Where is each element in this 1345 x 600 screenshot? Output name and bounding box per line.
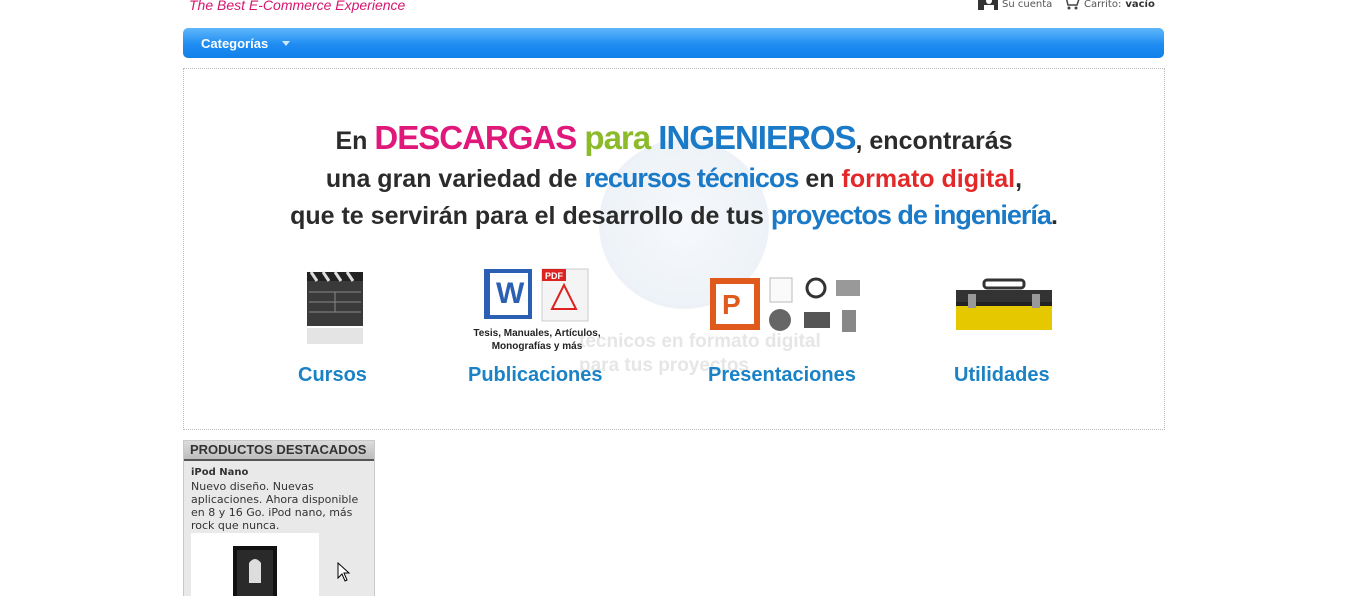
- category-cursos[interactable]: Cursos: [298, 364, 367, 387]
- publications-subtitle: Tesis, Manuales, Artículos, Monografías …: [473, 328, 601, 352]
- cart-label: Carrito:: [1084, 0, 1122, 10]
- product-image[interactable]: [191, 533, 319, 596]
- main-navbar: Categorías: [183, 28, 1164, 58]
- svg-text:P: P: [722, 289, 741, 320]
- cart-value: vacío: [1125, 0, 1155, 10]
- documents-icon[interactable]: W PDF: [482, 265, 594, 327]
- account-link[interactable]: Su cuenta: [978, 0, 1052, 13]
- toolbox-icon[interactable]: [954, 278, 1054, 340]
- banner-line-2: una gran variedad de recursos técnicos e…: [325, 163, 1023, 193]
- svg-text:PDF: PDF: [545, 271, 564, 281]
- banner-line-3: que te servirán para el desarrollo de tu…: [290, 200, 1058, 230]
- category-utilidades[interactable]: Utilidades: [954, 364, 1050, 387]
- svg-text:W: W: [496, 277, 525, 310]
- cart-link[interactable]: Carrito: vacío: [1062, 0, 1155, 13]
- hero-banner[interactable]: técnicos en formato digital para tus pro…: [183, 68, 1165, 430]
- banner-line-1: En DESCARGAS para INGENIEROS, encontrará…: [335, 119, 1013, 156]
- category-publicaciones[interactable]: Publicaciones: [468, 364, 603, 387]
- product-name[interactable]: iPod Nano: [191, 467, 248, 478]
- categories-menu[interactable]: Categorías: [201, 36, 268, 51]
- featured-heading: PRODUCTOS DESTACADOS: [184, 441, 374, 461]
- category-presentaciones[interactable]: Presentaciones: [708, 364, 856, 387]
- product-description: Nuevo diseño. Nuevas aplicaciones. Ahora…: [191, 480, 359, 532]
- user-icon: [978, 0, 998, 13]
- chevron-down-icon[interactable]: [282, 41, 290, 46]
- mouse-pointer-icon: [337, 561, 351, 586]
- presentation-media-icon[interactable]: P: [708, 274, 862, 340]
- clapperboard-icon[interactable]: [305, 262, 365, 352]
- account-label: Su cuenta: [1002, 0, 1053, 10]
- cart-icon: [1062, 0, 1080, 13]
- site-tagline: The Best E-Commerce Experience: [189, 0, 406, 13]
